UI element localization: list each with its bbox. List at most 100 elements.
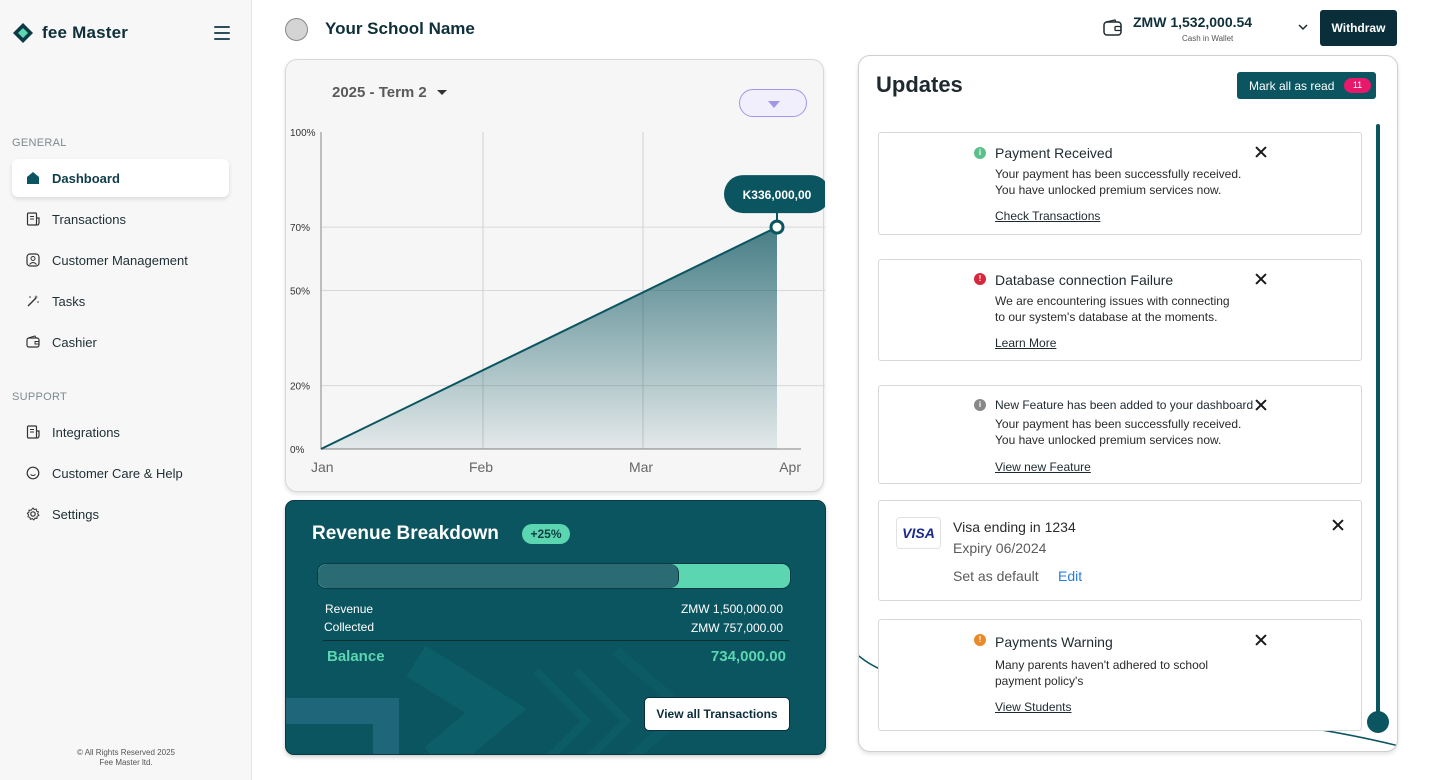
revenue-breakdown-card: Revenue Breakdown +25% Revenue ZMW 1,500…	[285, 500, 826, 755]
collection-progress-fill	[318, 564, 680, 588]
info-icon: i	[974, 147, 986, 159]
y-tick-label: 70%	[290, 223, 310, 234]
learn-more-link[interactable]: Learn More	[995, 336, 1056, 350]
notification-body: We are encountering issues with connecti…	[995, 293, 1245, 325]
sidebar-item-label: Integrations	[52, 424, 120, 440]
y-tick-label: 20%	[290, 382, 310, 393]
sidebar-item-tasks[interactable]: Tasks	[12, 282, 229, 320]
sidebar-item-label: Cashier	[52, 334, 97, 350]
revenue-title: Revenue Breakdown	[312, 523, 499, 544]
logo-diamond-icon	[13, 23, 33, 43]
sidebar-item-label: Dashboard	[52, 170, 120, 186]
wallet-amount: ZMW 1,532,000.54	[1133, 14, 1253, 30]
visa-logo: VISA	[896, 517, 941, 549]
receipt-icon	[26, 212, 40, 226]
sidebar-item-label: Settings	[52, 506, 99, 522]
x-tick-label: Mar	[629, 459, 653, 475]
sidebar-item-label: Customer Care & Help	[52, 465, 183, 481]
section-label-support: SUPPORT	[12, 391, 68, 403]
notification-body-line: We are encountering issues with connecti…	[995, 294, 1230, 308]
timeline-scrollbar[interactable]	[1376, 124, 1380, 721]
y-tick-label: 50%	[290, 287, 310, 298]
school-avatar[interactable]	[285, 18, 308, 41]
timeline-handle[interactable]	[1367, 711, 1389, 733]
balance-label: Balance	[327, 648, 385, 665]
revenue-value: ZMW 1,500,000.00	[680, 602, 783, 616]
menu-toggle-icon[interactable]	[214, 26, 230, 40]
term-selector[interactable]: 2025 - Term 2	[332, 84, 447, 101]
check-transactions-link[interactable]: Check Transactions	[995, 209, 1100, 223]
home-icon	[27, 172, 39, 184]
sidebar-item-customer-management[interactable]: Customer Management	[12, 241, 229, 279]
notification-body: Your payment has been successfully recei…	[995, 166, 1245, 198]
unread-count-badge: 11	[1344, 78, 1371, 93]
sidebar-item-integrations[interactable]: Integrations	[12, 413, 229, 451]
updates-panel: Updates Mark all as read 11 i Payment Re…	[858, 55, 1398, 752]
view-all-transactions-button[interactable]: View all Transactions	[644, 697, 790, 731]
sidebar-item-transactions[interactable]: Transactions	[12, 200, 229, 238]
x-tick-label: Jan	[311, 459, 334, 475]
close-icon[interactable]	[1332, 519, 1344, 531]
notification-title: Payments Warning	[995, 634, 1113, 650]
collected-label: Collected	[324, 620, 375, 634]
warning-icon: !	[974, 634, 986, 646]
close-icon[interactable]	[1255, 634, 1267, 646]
notification-payment-received: i Payment Received Your payment has been…	[878, 132, 1362, 235]
tooltip-label: K336,000,00	[743, 188, 812, 202]
term-selector-label: 2025 - Term 2	[332, 84, 427, 101]
brand-logo[interactable]: fee Master	[12, 22, 128, 44]
chat-icon	[26, 466, 40, 480]
card-title: Visa ending in 1234	[953, 519, 1076, 535]
x-tick-label: Apr	[779, 459, 801, 475]
view-new-feature-link[interactable]: View new Feature	[995, 460, 1091, 474]
view-students-link[interactable]: View Students	[995, 700, 1072, 714]
divider	[323, 640, 789, 641]
notification-title: New Feature has been added to your dashb…	[995, 398, 1254, 412]
card-expiry: Expiry 06/2024	[953, 540, 1047, 556]
sidebar-item-customer-care[interactable]: Customer Care & Help	[12, 454, 229, 492]
close-icon[interactable]	[1255, 146, 1267, 158]
notification-body: Many parents haven't adhered to school p…	[995, 657, 1245, 689]
notification-database-failure: ! Database connection Failure We are enc…	[878, 259, 1362, 361]
brand-name: fee Master	[42, 23, 129, 42]
error-icon: !	[974, 273, 986, 285]
set-default-button[interactable]: Set as default	[953, 568, 1039, 584]
notification-title: Payment Received	[995, 145, 1113, 161]
section-label-general: GENERAL	[12, 137, 67, 149]
notification-body-line: Many parents haven't adhered to school	[995, 658, 1209, 672]
mark-all-read-label: Mark all as read	[1249, 78, 1335, 93]
close-icon[interactable]	[1255, 399, 1267, 411]
notification-body-line: Your payment has been successfully recei…	[995, 417, 1242, 431]
notification-body-line: to our system's database at the moments.	[995, 310, 1218, 324]
revenue-chart-card: 100% 70% 50% 20% 0% Jan Feb Mar Apr K336,000,00 2…	[285, 59, 825, 492]
sidebar-item-settings[interactable]: Settings	[12, 495, 229, 533]
collection-progress-bar	[317, 563, 791, 589]
close-icon[interactable]	[1255, 273, 1267, 285]
sidebar: fee Master GENERAL Dashboard Transaction…	[0, 0, 252, 780]
revenue-label: Revenue	[325, 602, 374, 616]
y-tick-label: 100%	[290, 128, 316, 139]
wallet-icon	[1103, 19, 1122, 36]
collected-value: ZMW 757,000.00	[690, 621, 783, 635]
sidebar-item-dashboard[interactable]: Dashboard	[12, 159, 229, 197]
notification-title: Database connection Failure	[995, 272, 1174, 288]
chevron-down-icon[interactable]	[1298, 22, 1308, 32]
notification-body-line: You have unlocked premium services now.	[995, 433, 1222, 447]
updates-title: Updates	[876, 72, 963, 97]
chart-options-dropdown[interactable]	[739, 89, 807, 117]
company-line: Fee Master ltd.	[99, 758, 153, 767]
notification-body-line: Your payment has been successfully recei…	[995, 167, 1242, 181]
withdraw-button[interactable]: Withdraw	[1320, 10, 1397, 46]
notification-body-line: You have unlocked premium services now.	[995, 183, 1222, 197]
wallet-label: Cash in Wallet	[1182, 34, 1234, 43]
sidebar-item-cashier[interactable]: Cashier	[12, 323, 229, 361]
balance-value: 734,000.00	[710, 648, 786, 665]
y-tick-label: 0%	[290, 445, 305, 456]
copyright-note: © All Rights Reserved 2025 Fee Master lt…	[0, 748, 252, 768]
magic-wand-icon	[27, 295, 39, 307]
copyright-line: © All Rights Reserved 2025	[77, 748, 175, 757]
edit-card-button[interactable]: Edit	[1058, 568, 1082, 584]
mark-all-read-button[interactable]: Mark all as read 11	[1237, 72, 1376, 99]
growth-badge: +25%	[522, 524, 570, 544]
school-name: Your School Name	[325, 19, 475, 38]
